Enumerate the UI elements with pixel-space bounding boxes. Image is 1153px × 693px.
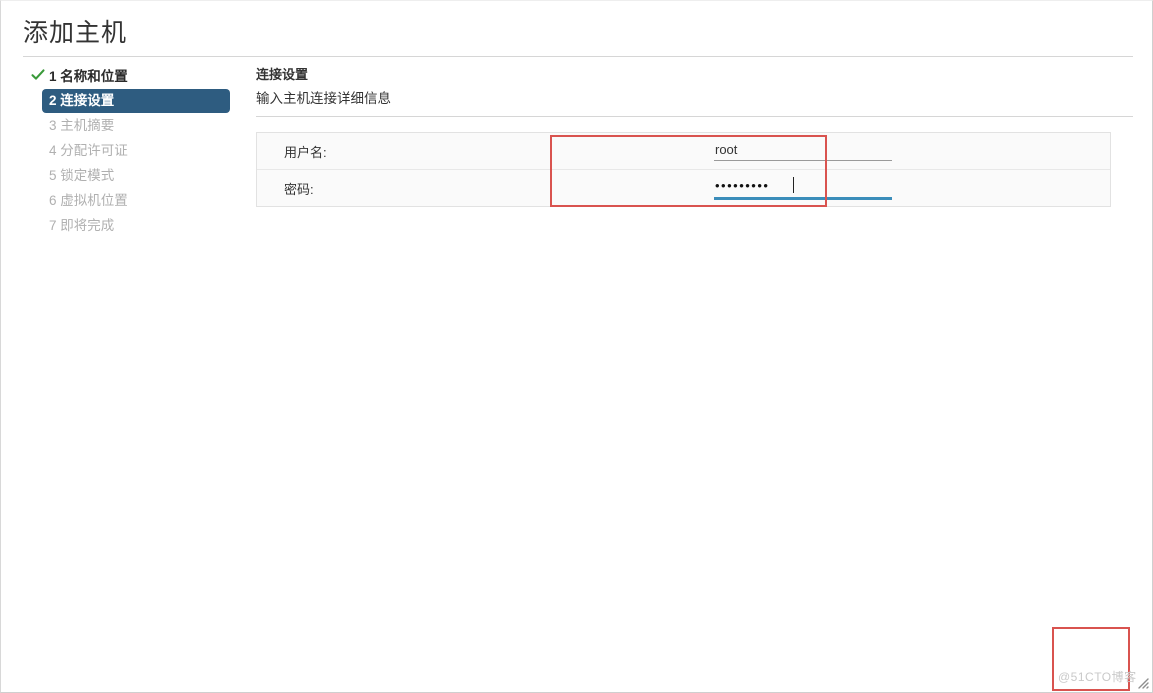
wizard-step-list: 1 名称和位置 2 连接设置 3 主机摘要 4 分配许可证 5 锁定模式 6 虚… [29,64,244,238]
sidebar-item-vm-location[interactable]: 6 虚拟机位置 [29,188,244,213]
title-divider [23,56,1133,57]
password-input[interactable]: ••••••••• [714,178,892,200]
add-host-wizard-window: 添加主机 1 名称和位置 2 连接设置 3 主机摘要 4 分配许可证 5 锁定模… [0,0,1153,693]
sidebar-item-connection-settings[interactable]: 2 连接设置 [42,89,230,113]
password-field-cell: ••••••••• [357,170,1110,206]
text-cursor [793,177,794,193]
username-label: 用户名: [284,144,327,160]
content-subtitle: 输入主机连接详细信息 [256,91,391,106]
wizard-footer: CANCEL BACK NEXT [1,628,1152,692]
step-label: 2 连接设置 [49,93,115,109]
step-label: 7 即将完成 [49,217,115,233]
username-field-cell [357,133,1110,169]
password-label: 密码: [284,181,314,197]
sidebar-item-host-summary[interactable]: 3 主机摘要 [29,113,244,138]
form-row-password: 密码: ••••••••• [257,169,1110,206]
content-header: 连接设置 输入主机连接详细信息 [256,67,1133,117]
content-divider [256,116,1133,117]
connection-settings-form: 用户名: 密码: ••••••••• [256,132,1111,207]
step-label: 1 名称和位置 [49,68,128,84]
resize-grip-icon[interactable] [1135,675,1149,689]
step-label: 6 虚拟机位置 [49,192,128,208]
sidebar-item-lockdown-mode[interactable]: 5 锁定模式 [29,163,244,188]
content-heading: 连接设置 [256,67,309,82]
step-label: 5 锁定模式 [49,167,115,183]
sidebar-item-name-and-location[interactable]: 1 名称和位置 [29,64,244,89]
form-row-username: 用户名: [257,133,1110,169]
check-icon [31,68,45,82]
page-title: 添加主机 [23,19,128,47]
sidebar-item-ready-to-complete[interactable]: 7 即将完成 [29,213,244,238]
step-label: 4 分配许可证 [49,142,128,158]
password-input-wrapper: ••••••••• [714,177,892,200]
username-input[interactable] [714,142,892,161]
step-label: 3 主机摘要 [49,117,115,133]
sidebar-item-assign-license[interactable]: 4 分配许可证 [29,138,244,163]
